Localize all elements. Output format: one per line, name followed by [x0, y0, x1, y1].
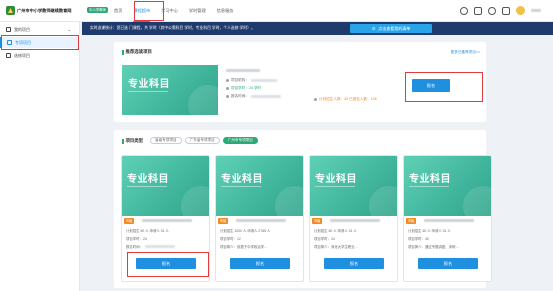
- tab-guangdong[interactable]: 广东省专项项目: [184, 137, 220, 144]
- recommend-info-org: 项目机构：: [226, 78, 277, 83]
- card-banner-decoration: [221, 186, 261, 187]
- projects-title: 项目类型: [122, 138, 143, 144]
- nav-home[interactable]: 首页: [114, 0, 122, 22]
- card-hours: 项目学时：24: [126, 237, 147, 241]
- banner-decoration: [128, 91, 168, 92]
- card-level-tag: 市级: [124, 218, 135, 224]
- calendar-icon: [226, 95, 229, 98]
- grid-icon: [6, 27, 11, 32]
- card-banner-decoration: [315, 186, 355, 187]
- recommend-info-hours: 项目学时：24 学时: [226, 86, 261, 91]
- chevron-down-icon: ⌄: [67, 27, 71, 32]
- project-type-tabs: 省级专项项目 广东省专项项目 广州市专项项目: [150, 137, 258, 144]
- header-icons: [460, 6, 541, 15]
- project-card[interactable]: 专业科目 市级 计划招生 1000 人 申请人 2765 人 项目学时：12 项…: [215, 155, 304, 282]
- nav-info-service[interactable]: 信息服务: [217, 0, 234, 22]
- main-nav: 首页 课程超市 学习中心 学时管理 信息服务: [114, 0, 233, 22]
- view-my-list-button[interactable]: ☰ 点击查看我的清单: [350, 24, 432, 33]
- card-hours: 项目学时：40: [408, 237, 429, 241]
- sidebar-item-label: 我的项目: [14, 26, 30, 32]
- org-icon: [226, 79, 229, 82]
- download-icon[interactable]: [460, 6, 468, 15]
- recommend-panel: 推荐选读项目 更多已推荐项目>> 专业科目 项目机构： 项目学时：24 学时 报…: [114, 42, 486, 122]
- card-description: 项目简介：通过专题讲座、训练…: [408, 245, 459, 249]
- project-card[interactable]: 专业科目 市级 计划招生 50 人 申请人 31 人 项目学时：24 项目简介：…: [309, 155, 398, 282]
- card-banner: 专业科目: [216, 156, 303, 216]
- list-icon: ☰: [371, 26, 376, 31]
- card-description: 项目简介：深化大学生职业…: [314, 245, 359, 249]
- project-card[interactable]: 专业科目 市级 计划招生 50 人 申请人 31 人 项目学时：24 报名时间：…: [121, 155, 210, 282]
- nav-hours-management[interactable]: 学时管理: [189, 0, 206, 22]
- card-banner-title: 专业科目: [409, 174, 451, 185]
- card-enroll-button[interactable]: 报名: [230, 258, 290, 269]
- card-level-tag: 市级: [218, 218, 229, 224]
- card-project-name: [424, 219, 474, 222]
- card-enrollment: 计划招生 60 人 申请人 31 人: [408, 229, 451, 233]
- top-header: 广州市中小学教师继续教育网 中小学教师 首页 课程超市 学习中心 学时管理 信息…: [0, 0, 553, 22]
- card-enrollment: 计划招生 50 人 申请人 31 人: [314, 229, 357, 233]
- card-banner: 专业科目: [404, 156, 491, 216]
- bell-icon[interactable]: [488, 6, 496, 15]
- card-hours: 项目学时：24: [314, 237, 335, 241]
- card-banner-title: 专业科目: [221, 174, 263, 185]
- projects-title-text: 项目类型: [125, 138, 144, 143]
- recommend-info-time: 报名时间：: [226, 94, 281, 99]
- card-enrollment: 计划招生 1000 人 申请人 2765 人: [220, 229, 271, 233]
- book-icon: [6, 53, 11, 58]
- tab-guangzhou[interactable]: 广州市专项项目: [222, 137, 258, 144]
- card-level-tag: 市级: [406, 218, 417, 224]
- card-enroll-button[interactable]: 报名: [418, 258, 478, 269]
- card-banner-title: 专业科目: [127, 174, 169, 185]
- card-enroll-button[interactable]: 报名: [324, 258, 384, 269]
- recommend-project-name: [226, 69, 260, 72]
- card-project-name: [142, 219, 192, 222]
- nav-learning-center[interactable]: 学习中心: [161, 0, 178, 22]
- project-card[interactable]: 专业科目 市级 计划招生 60 人 申请人 31 人 项目学时：40 项目简介：…: [403, 155, 492, 282]
- people-icon: [314, 98, 317, 101]
- more-recommended-link[interactable]: 更多已推荐项目>>: [451, 50, 480, 55]
- sidebar-item-special-projects[interactable]: 专项项目: [0, 37, 80, 48]
- card-description: 项目简介：依靠于中学政治学…: [220, 245, 268, 249]
- card-enrollment: 计划招生 50 人 申请人 31 人: [126, 229, 169, 233]
- site-logo[interactable]: [6, 6, 15, 15]
- sidebar: 我的项目 ⌄ 专项项目 选修项目: [0, 22, 80, 291]
- recommend-title-text: 推荐选读项目: [125, 49, 152, 54]
- view-my-list-label: 点击查看我的清单: [378, 25, 411, 31]
- recommend-title: 推荐选读项目: [122, 49, 152, 55]
- tab-provincial[interactable]: 省级专项项目: [150, 137, 182, 144]
- card-banner: 专业科目: [122, 156, 209, 216]
- clipboard-icon[interactable]: [474, 6, 482, 15]
- sidebar-item-elective-projects[interactable]: 选修项目: [0, 50, 80, 61]
- nav-course-market[interactable]: 课程超市: [133, 0, 150, 22]
- site-badge: 中小学教师: [87, 7, 108, 13]
- banner-title: 专业科目: [128, 79, 170, 90]
- card-banner-decoration: [409, 186, 449, 187]
- title-marker: [122, 49, 124, 55]
- recommend-banner[interactable]: 专业科目: [122, 65, 218, 115]
- card-hours: 项目学时：12: [220, 237, 241, 241]
- username-blurred[interactable]: [531, 9, 541, 12]
- card-description: 报名时间：: [126, 244, 175, 249]
- folder-icon: [7, 40, 12, 45]
- card-banner-title: 专业科目: [315, 174, 357, 185]
- selection-summary-text: 实时选课统计：您已选 门课程，共 学时（其中公需科目 学时，专业科目 学时，个人…: [90, 26, 255, 30]
- card-enroll-button[interactable]: 报名: [136, 258, 196, 269]
- selection-summary-bar: 实时选课统计：您已选 门课程，共 学时（其中公需科目 学时，专业科目 学时，个人…: [82, 22, 553, 35]
- card-banner: 专业科目: [310, 156, 397, 216]
- recommend-stats: 计划招生人数：40 已报名人数：106: [314, 97, 377, 102]
- document-icon[interactable]: [502, 6, 510, 15]
- card-project-name: [236, 219, 286, 222]
- clock-icon: [226, 87, 229, 90]
- sidebar-item-my-projects[interactable]: 我的项目 ⌄: [0, 24, 80, 35]
- sidebar-item-label: 专项项目: [15, 39, 31, 45]
- recommend-enroll-button[interactable]: 报名: [412, 79, 450, 92]
- site-title: 广州市中小学教师继续教育网: [17, 8, 72, 13]
- title-marker: [122, 138, 124, 144]
- avatar[interactable]: [516, 6, 525, 15]
- card-level-tag: 市级: [312, 218, 323, 224]
- card-project-name: [330, 219, 380, 222]
- card-banner-decoration: [127, 186, 167, 187]
- sidebar-item-label: 选修项目: [14, 52, 30, 58]
